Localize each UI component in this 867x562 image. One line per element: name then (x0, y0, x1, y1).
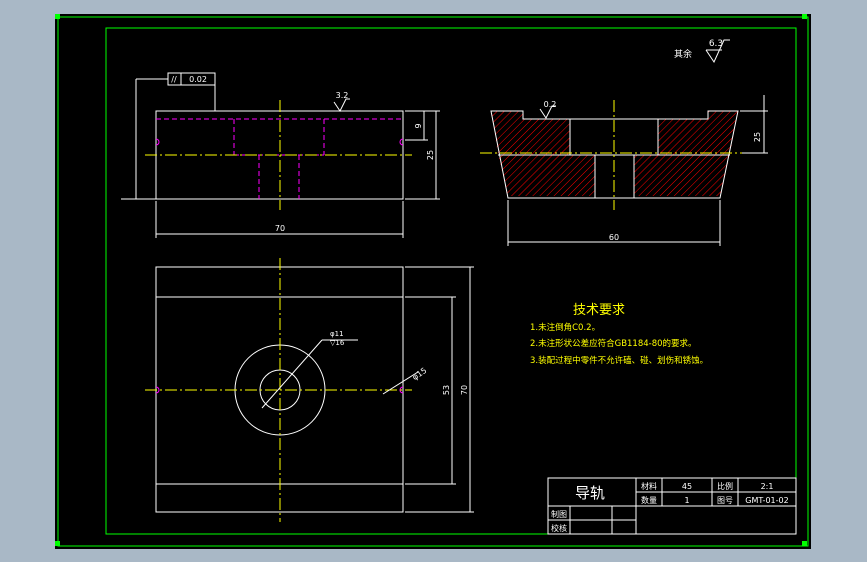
roughness-note-value: 6.3 (709, 39, 723, 49)
corner-mark-tr (802, 14, 807, 19)
flatness-value: 0.02 (189, 75, 207, 84)
front-dim-height: 25 (426, 150, 435, 160)
drawing-sheet: 70 25 9 // 0.02 3.2 60 25 0.2 70 53 φ15 … (55, 14, 811, 549)
tech-requirement-item: 3.装配过程中零件不允许磕、碰、划伤和锈蚀。 (530, 355, 708, 366)
tech-requirement-item: 1.未注倒角C0.2。 (530, 322, 600, 333)
title-material-label: 材料 (641, 481, 657, 491)
corner-mark-br (802, 541, 807, 546)
section-hatch-right-bottom (634, 155, 730, 196)
corner-mark-tl (55, 14, 60, 19)
title-qty-label: 数量 (641, 495, 657, 505)
title-qty-value: 1 (684, 496, 689, 505)
title-drawn-label: 制图 (551, 509, 567, 519)
corner-mark-bl (55, 541, 60, 546)
front-dim-width: 70 (275, 224, 285, 233)
title-drawing-no-label: 图号 (717, 496, 733, 505)
top-dim-hole: φ11 (330, 330, 344, 338)
tech-requirement-item: 2.未注形状公差应符合GB1184-80的要求。 (530, 338, 697, 349)
title-checked-label: 校核 (551, 523, 567, 533)
roughness-note-label: 其余 (674, 48, 692, 60)
front-dim-step: 9 (414, 123, 423, 128)
flatness-symbol: // (171, 75, 177, 84)
title-scale-label: 比例 (717, 481, 733, 491)
front-roughness-value: 3.2 (336, 91, 349, 100)
top-dim-inner-height: 53 (442, 385, 451, 395)
section-hatch-left-bottom (498, 155, 595, 196)
title-material-value: 45 (682, 482, 692, 491)
section-dim-width: 60 (609, 233, 619, 242)
top-dim-outer-height: 70 (460, 385, 469, 395)
title-scale-value: 2:1 (761, 482, 774, 491)
title-part-name: 导轨 (575, 484, 605, 502)
sheet-background (55, 14, 811, 549)
section-roughness-value: 0.2 (544, 100, 557, 109)
tech-requirements-title: 技术要求 (573, 303, 625, 318)
top-dim-hole-depth: ▽16 (330, 339, 345, 347)
section-dim-height: 25 (753, 132, 762, 142)
title-drawing-no-value: GMT-01-02 (745, 496, 788, 505)
